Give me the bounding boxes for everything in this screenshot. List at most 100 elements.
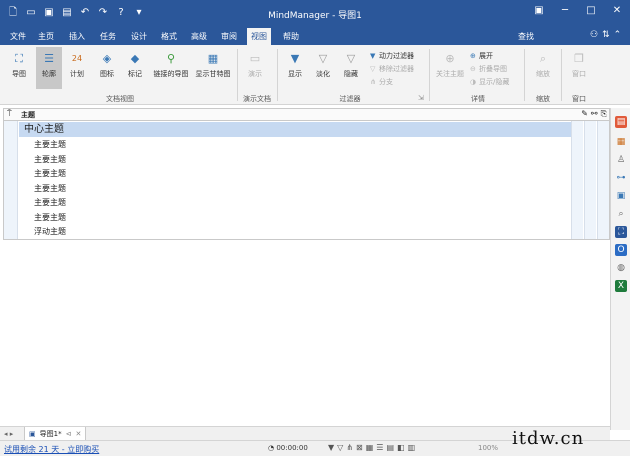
- tab-home[interactable]: 主页: [34, 28, 58, 45]
- ribbon-separator: [524, 49, 525, 101]
- tags-view-button[interactable]: ◆ 标记: [122, 51, 148, 79]
- focus-topic-button[interactable]: ⊕ 关注主题: [436, 51, 464, 79]
- expand-button[interactable]: ⊕ 展开: [470, 51, 493, 61]
- linked-map-button[interactable]: ⚲ 链接的导图: [152, 51, 190, 79]
- topic-column-header[interactable]: 主题: [21, 110, 35, 120]
- topic-row[interactable]: 主要主题: [19, 196, 66, 210]
- tab-task[interactable]: 任务: [96, 28, 120, 45]
- sort-icon[interactable]: ⇅: [602, 30, 610, 40]
- fade-filter-button[interactable]: ▽ 淡化: [310, 51, 336, 79]
- topic-row[interactable]: 主要主题: [19, 138, 66, 152]
- show-hide-button[interactable]: ◑ 显示/隐藏: [470, 77, 509, 87]
- gantt-status-icon[interactable]: ▥: [408, 443, 416, 452]
- hide-filter-button[interactable]: ▽ 隐藏: [338, 51, 364, 79]
- notes-icon[interactable]: ✎: [581, 109, 588, 119]
- ribbon-separator: [237, 49, 238, 101]
- tab-advanced[interactable]: 高级: [187, 28, 211, 45]
- outline-status-icon[interactable]: ☰: [376, 443, 383, 452]
- maximize-button[interactable]: □: [578, 0, 604, 22]
- power-filter-button[interactable]: ▼ 动力过滤器: [370, 51, 414, 61]
- group-filter: 过滤器: [339, 95, 361, 103]
- close-button[interactable]: ✕: [604, 0, 630, 22]
- filter-status-icon[interactable]: ▼: [328, 443, 334, 452]
- outline-view-icon: ☰: [44, 52, 54, 65]
- outline-view-button[interactable]: ☰ 轮廓: [36, 47, 62, 89]
- tab-design[interactable]: 设计: [127, 28, 151, 45]
- branch-status-icon[interactable]: ⋔: [346, 443, 353, 452]
- collapse-ribbon-icon[interactable]: ⌃: [614, 30, 622, 40]
- status-icons: ▼ ▽ ⋔ ⊠ ▦ ☰ ▤ ◧ ▥: [328, 443, 415, 452]
- tab-view[interactable]: 视图: [247, 28, 271, 45]
- icons-view-button[interactable]: ◈ 图标: [94, 51, 120, 79]
- collapse-map-button[interactable]: ⊖ 折叠导图: [470, 64, 507, 74]
- window-button[interactable]: ❐ 窗口: [566, 51, 592, 79]
- trial-link[interactable]: 试用剩余 21 天 - 立即购买: [4, 444, 99, 455]
- presentation-button[interactable]: ▭ 演示: [242, 51, 268, 79]
- central-topic-row[interactable]: 中心主题: [19, 122, 571, 137]
- document-tab[interactable]: ▣ 导图1* ⊲ ✕: [24, 427, 87, 441]
- show-filter-button[interactable]: ▼ 显示: [282, 51, 308, 79]
- group-detail: 详情: [471, 95, 485, 103]
- topic-row[interactable]: 主要主题: [19, 167, 66, 181]
- window-controls: ▣ ─ □ ✕: [526, 0, 630, 22]
- filter-show-icon: ▼: [290, 52, 300, 65]
- zoom-button[interactable]: ⌕ 缩放: [530, 51, 556, 79]
- filter-hide-icon: ▽: [346, 52, 356, 65]
- account-icon[interactable]: ⚇: [590, 30, 598, 40]
- overview-icon[interactable]: ⛶: [615, 226, 627, 238]
- tab-insert[interactable]: 插入: [65, 28, 89, 45]
- expand-icon: ⊕: [470, 52, 476, 60]
- browser-icon[interactable]: ◍: [615, 262, 627, 274]
- tab-nav-arrows[interactable]: ◂ ▸: [4, 427, 13, 441]
- link-column: [584, 121, 596, 239]
- minimize-button[interactable]: ─: [552, 0, 578, 22]
- remove-filter-button[interactable]: ▽ 移除过滤器: [370, 64, 414, 74]
- zoom-level[interactable]: 100%: [478, 444, 498, 452]
- filter-power-status-icon[interactable]: ▽: [337, 443, 343, 452]
- library-icon[interactable]: ▣: [615, 190, 627, 202]
- collapse-icon: ⊖: [470, 65, 476, 73]
- branch-button[interactable]: ⋔ 分支: [370, 77, 393, 87]
- tab-pin-icon[interactable]: ⊲: [66, 427, 72, 441]
- gantt-button[interactable]: ▦ 显示甘特图: [194, 51, 232, 79]
- attach-icon[interactable]: ⎘: [601, 109, 607, 119]
- tab-help[interactable]: 帮助: [279, 28, 303, 45]
- map-view-button[interactable]: ⛶ 导图: [6, 51, 32, 79]
- window-icon: ❐: [574, 52, 584, 65]
- title-right-icons: ⚇ ⇅ ⌃: [590, 30, 621, 40]
- tab-review[interactable]: 审阅: [217, 28, 241, 45]
- fit-map-icon[interactable]: ⊠: [356, 443, 363, 452]
- tab-format[interactable]: 格式: [157, 28, 181, 45]
- title-bar: 🗋 ▭ ▣ ▤ ↶ ↷ ? ▾ MindManager - 导图1 ▣ ─ □ …: [0, 0, 630, 28]
- calendar-pane-icon[interactable]: ▦: [615, 136, 627, 148]
- group-window: 窗口: [572, 95, 586, 103]
- topic-row[interactable]: 主要主题: [19, 153, 66, 167]
- task-pane-icon[interactable]: ▤: [615, 116, 627, 128]
- outlook-icon[interactable]: O: [615, 244, 627, 256]
- tab-close-icon[interactable]: ✕: [75, 427, 81, 441]
- plan-view-button[interactable]: 24 计划: [64, 51, 90, 79]
- watermark-text: itdw.cn: [512, 428, 585, 449]
- tab-file[interactable]: 文件: [6, 28, 30, 45]
- resource-pane-icon[interactable]: ♙: [615, 154, 627, 166]
- search-pane-icon[interactable]: ⌕: [615, 208, 627, 220]
- topic-row[interactable]: 主要主题: [19, 211, 66, 225]
- outline-view: ⍑ 主题 ✎ ⚯ ⎘ 中心主题 主要主题 主要主题 主要主题 主要主题 主要主题…: [3, 108, 610, 240]
- zoom-icon: ⌕: [539, 52, 547, 65]
- excel-icon[interactable]: X: [615, 280, 627, 292]
- floating-topic-row[interactable]: 浮动主题: [19, 225, 66, 239]
- filter-dialog-launcher[interactable]: ⇲: [418, 94, 424, 102]
- search-label[interactable]: 查找: [518, 28, 534, 45]
- map-parts-icon[interactable]: ⊶: [615, 172, 627, 184]
- link-icon[interactable]: ⚯: [591, 109, 598, 119]
- map-view-icon: ⛶: [15, 52, 23, 65]
- tag-icon: ◆: [130, 52, 140, 65]
- tree-icon[interactable]: ⍑: [7, 109, 12, 119]
- group-doc-view: 文档视图: [106, 95, 134, 103]
- plan-status-icon[interactable]: ▤: [386, 443, 394, 452]
- group-presentation: 演示文档: [243, 95, 271, 103]
- linked-status-icon[interactable]: ◧: [397, 443, 405, 452]
- topic-row[interactable]: 主要主题: [19, 182, 66, 196]
- map-view-status-icon[interactable]: ▦: [366, 443, 374, 452]
- ribbon-display-icon[interactable]: ▣: [526, 0, 552, 22]
